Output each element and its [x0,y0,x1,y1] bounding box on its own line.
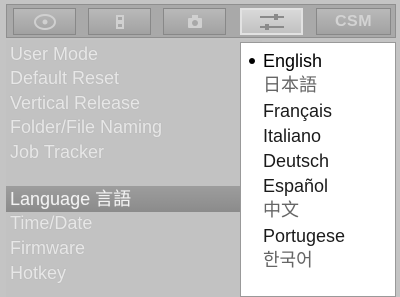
language-option-japanese[interactable]: 日本語 [241,74,395,98]
menu-item-time-date[interactable]: Time/Date [6,211,262,235]
menu-item-language[interactable]: Language 言語 [6,186,262,212]
menu-item-folder-file-naming[interactable]: Folder/File Naming [6,115,262,139]
tab-film[interactable] [88,8,151,35]
tab-camera[interactable] [163,8,226,35]
language-option-label: English [263,51,323,71]
language-popup: English 日本語 Français Italiano Deutsch Es… [240,42,396,297]
menu-item-firmware[interactable]: Firmware [6,236,262,260]
tab-csm[interactable]: CSM [316,8,391,35]
language-option-english[interactable]: English [241,49,395,73]
settings-screen: CSM User Mode Default Reset Vertical Rel… [0,0,400,297]
language-option-chinese[interactable]: 中文 [241,199,395,223]
language-option-korean[interactable]: 한국어 [241,249,395,273]
camera-icon [187,14,202,28]
language-option-portuguese[interactable]: Portugese [241,224,395,248]
language-option-german[interactable]: Deutsch [241,149,395,173]
language-option-italian[interactable]: Italiano [241,124,395,148]
tab-disc[interactable] [13,8,76,35]
menu-item-vertical-release[interactable]: Vertical Release [6,91,262,115]
selected-bullet-icon [249,58,255,64]
menu-item-default-reset[interactable]: Default Reset [6,66,262,90]
settings-sliders-icon [259,13,284,30]
film-icon [115,14,124,29]
language-option-french[interactable]: Français [241,99,395,123]
menu-item-user-mode[interactable]: User Mode [6,42,262,66]
menu-item-hotkey[interactable]: Hotkey [6,261,262,285]
tab-settings[interactable] [240,8,303,35]
menu-item-job-tracker[interactable]: Job Tracker [6,140,262,164]
tab-csm-label: CSM [334,12,373,30]
settings-menu: User Mode Default Reset Vertical Release… [6,40,262,297]
tab-bar: CSM [6,4,396,38]
disc-icon [33,13,56,30]
menu-item-language-label: Language 言語 [10,189,132,209]
language-option-spanish[interactable]: Español [241,174,395,198]
